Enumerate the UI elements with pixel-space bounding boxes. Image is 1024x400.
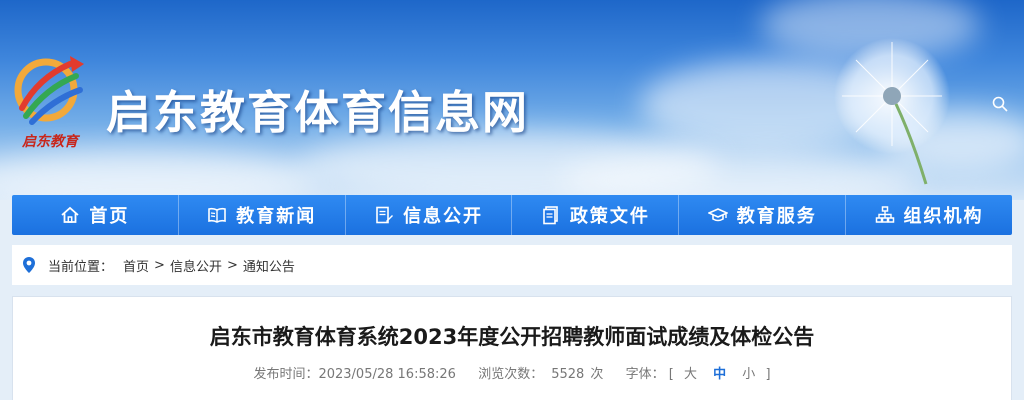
nav-item-label: 组织机构: [903, 206, 984, 227]
file-icon: [543, 206, 558, 225]
breadcrumb-home[interactable]: 首页: [123, 256, 149, 275]
nav-item-label: 政策文件: [569, 206, 650, 227]
main-nav: 首页 教育新闻 信息公开 政策文件 教育服务 组织机构: [12, 195, 1012, 235]
graduation-cap-icon: [707, 208, 728, 222]
nav-item-organization[interactable]: 组织机构: [846, 195, 1012, 235]
org-chart-icon: [875, 206, 894, 223]
nav-item-news[interactable]: 教育新闻: [179, 195, 346, 235]
bracket-open: [: [668, 367, 674, 382]
views-label: 浏览次数：: [478, 367, 544, 382]
site-logo[interactable]: 启东教育: [12, 48, 88, 158]
nav-item-label: 首页: [89, 206, 130, 227]
nav-item-label: 教育新闻: [236, 206, 317, 227]
nav-item-home[interactable]: 首页: [12, 195, 179, 235]
breadcrumb: 当前位置： 首页 > 信息公开 > 通知公告: [12, 245, 1012, 285]
location-pin-icon: [23, 257, 35, 273]
bracket-close: ]: [765, 367, 771, 382]
article-meta: 发布时间：2023/05/28 16:58:26 浏览次数： 5528 次 字体： …: [13, 363, 1011, 382]
publish-time-label: 发布时间：: [253, 367, 319, 382]
font-size-label: 字体：: [625, 367, 665, 382]
font-size-medium-button[interactable]: 中: [713, 363, 726, 382]
breadcrumb-separator: >: [226, 257, 238, 273]
publish-time: 2023/05/28 16:58:26: [318, 367, 456, 382]
font-size-small-button[interactable]: 小: [742, 363, 755, 382]
nav-item-services[interactable]: 教育服务: [679, 195, 847, 235]
logo-text: 启东教育: [21, 133, 81, 150]
breadcrumb-label: 当前位置：: [48, 259, 114, 275]
views-unit: 次: [590, 367, 604, 382]
dandelion-decoration: [834, 38, 950, 185]
font-size-large-button[interactable]: 大: [684, 363, 697, 382]
book-icon: [208, 207, 227, 223]
view-count: 5528: [551, 367, 585, 382]
header-banner: 启东教育 启东教育体育信息网: [0, 0, 1024, 200]
search-icon[interactable]: [992, 96, 1008, 112]
nav-item-label: 信息公开: [403, 206, 484, 227]
breadcrumb-separator: >: [154, 257, 165, 273]
nav-item-info-disclosure[interactable]: 信息公开: [346, 195, 513, 235]
breadcrumb-info-disclosure[interactable]: 信息公开: [170, 256, 222, 275]
nav-item-policy[interactable]: 政策文件: [512, 195, 680, 235]
article-title: 启东市教育体育系统2023年度公开招聘教师面试成绩及体检公告: [209, 325, 815, 349]
nav-item-label: 教育服务: [736, 206, 817, 227]
site-title: 启东教育体育信息网: [106, 86, 530, 139]
article-panel: 启东市教育体育系统2023年度公开招聘教师面试成绩及体检公告 发布时间：2023…: [12, 296, 1012, 400]
breadcrumb-notices[interactable]: 通知公告: [243, 256, 295, 275]
document-edit-icon: [376, 206, 394, 224]
home-icon: [61, 206, 79, 223]
